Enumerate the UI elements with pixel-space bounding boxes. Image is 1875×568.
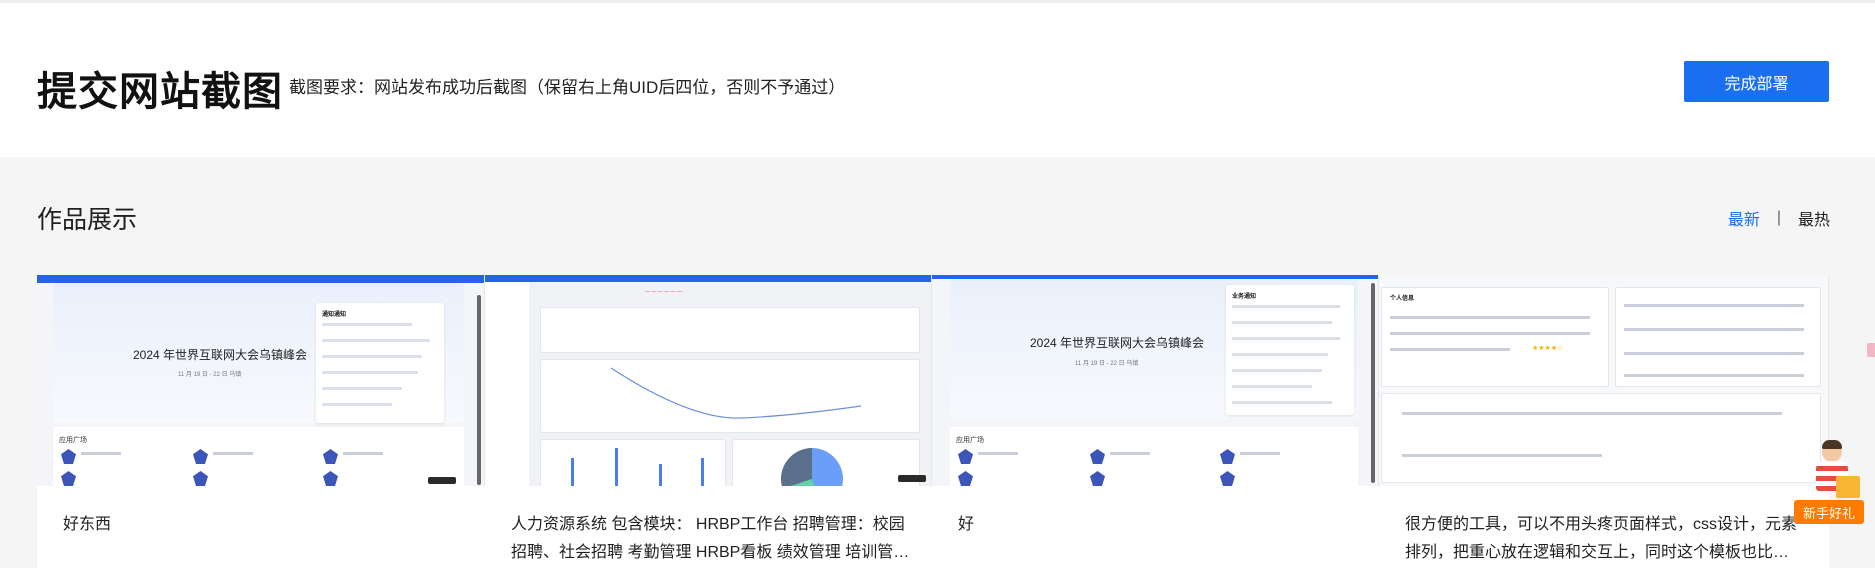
- showcase-title: 作品展示: [37, 206, 138, 234]
- thumb-stats-card: [540, 307, 920, 353]
- thumb-app-square-title: 应用广场: [59, 437, 87, 444]
- gift-icon: [1836, 476, 1860, 498]
- showcase-card[interactable]: 个人信息 ★★★★☆ 很方便的工具，可以不用头疼页面样式，css设计，元素排列，…: [1379, 275, 1829, 568]
- card-description: 好东西: [63, 516, 112, 533]
- side-float-tab[interactable]: [1867, 343, 1875, 357]
- thumb-pie-chart: [732, 439, 920, 486]
- card-description: 好: [958, 516, 975, 533]
- thumb-pill: [428, 477, 456, 484]
- card-thumbnail: 2024 年世界互联网大会乌镇峰会 11 月 19 日 - 22 日 乌镇 通知…: [37, 275, 485, 486]
- newbie-gift-label[interactable]: 新手好礼: [1794, 500, 1864, 524]
- thumb-comment-card: [1381, 393, 1821, 483]
- app-icon: [193, 449, 208, 464]
- thumb-profile-card: 个人信息 ★★★★☆: [1381, 287, 1609, 387]
- screenshot-requirement: 截图要求：网站发布成功后截图（保留右上角UID后四位，否则不予通过）: [289, 78, 846, 97]
- app-icon: [323, 449, 338, 464]
- app-icon: [193, 471, 208, 486]
- card-description: 很方便的工具，可以不用头疼页面样式，css设计，元素排列，把重心放在逻辑和交互上…: [1405, 516, 1798, 561]
- showcase-card[interactable]: — — — — — — 人力资源系统 包含模块： HRBP工作台 招聘管理：校园…: [485, 275, 932, 568]
- showcase-card[interactable]: 2024 年世界互联网大会乌镇峰会 11 月 19 日 - 22 日 乌镇 业务…: [932, 275, 1379, 568]
- thumb-hero-title: 2024 年世界互联网大会乌镇峰会: [1030, 336, 1205, 350]
- thumb-sidebar: [485, 282, 529, 486]
- showcase-card[interactable]: 2024 年世界互联网大会乌镇峰会 11 月 19 日 - 22 日 乌镇 通知…: [37, 275, 485, 568]
- newbie-gift-widget[interactable]: 新手好礼: [1794, 440, 1864, 528]
- thumb-hero-subtitle: 11 月 19 日 - 22 日 乌镇: [178, 372, 242, 378]
- app-icon: [1090, 449, 1105, 464]
- thumb-notice-title: 通知通知: [322, 312, 347, 318]
- thumb-pill: [898, 475, 926, 482]
- card-thumbnail: 个人信息 ★★★★☆: [1379, 275, 1829, 486]
- card-thumbnail: — — — — — —: [485, 275, 932, 486]
- submit-header: 提交网站截图 截图要求：网站发布成功后截图（保留右上角UID后四位，否则不予通过…: [0, 0, 1875, 157]
- thumb-scrollbar: [1371, 283, 1375, 483]
- app-icon: [61, 471, 76, 486]
- thumb-hero-subtitle: 11 月 19 日 - 22 日 乌镇: [1075, 361, 1139, 367]
- thumb-alert-text: — — — — — —: [645, 289, 682, 295]
- thumb-bar-chart: [540, 439, 726, 486]
- sort-switch: 最新 | 最热: [1728, 206, 1830, 230]
- thumb-app-square: 应用广场: [950, 427, 1358, 486]
- thumb-line-chart: [540, 359, 920, 433]
- thumb-profile-title: 个人信息: [1390, 296, 1415, 302]
- thumb-hero-banner: 2024 年世界互联网大会乌镇峰会 11 月 19 日 - 22 日 乌镇 通知…: [53, 283, 464, 423]
- card-thumbnail: 2024 年世界互联网大会乌镇峰会 11 月 19 日 - 22 日 乌镇 业务…: [932, 275, 1379, 486]
- sort-separator: |: [1776, 209, 1781, 226]
- thumb-app-square: 应用广场: [53, 427, 464, 486]
- card-description: 人力资源系统 包含模块： HRBP工作台 招聘管理：校园招聘、社会招聘 考勤管理…: [511, 516, 910, 561]
- thumb-header-bar: [485, 275, 931, 282]
- app-icon: [1220, 449, 1235, 464]
- sort-latest-link[interactable]: 最新: [1728, 206, 1760, 230]
- thumb-notice-panel: 业务通知: [1226, 285, 1354, 415]
- thumb-list-card: [1615, 287, 1821, 387]
- showcase-card-list: 2024 年世界互联网大会乌镇峰会 11 月 19 日 - 22 日 乌镇 通知…: [37, 275, 1829, 568]
- complete-deploy-button[interactable]: 完成部署: [1684, 61, 1829, 102]
- thumb-rating-stars: ★★★★☆: [1532, 345, 1564, 352]
- app-icon: [958, 449, 973, 464]
- thumb-hero-banner: 2024 年世界互联网大会乌镇峰会 11 月 19 日 - 22 日 乌镇 业务…: [950, 279, 1358, 419]
- thumb-scrollbar: [477, 295, 481, 485]
- app-icon: [958, 471, 973, 486]
- app-icon: [323, 471, 338, 486]
- thumb-hero-title: 2024 年世界互联网大会乌镇峰会: [133, 348, 308, 362]
- app-icon: [1090, 471, 1105, 486]
- thumb-app-square-title: 应用广场: [956, 437, 984, 444]
- thumb-notice-title: 业务通知: [1232, 294, 1257, 300]
- thumb-header-bar: [37, 275, 484, 283]
- page-title: 提交网站截图: [37, 70, 283, 114]
- app-icon: [1220, 471, 1235, 486]
- app-icon: [61, 449, 76, 464]
- sort-hottest-link[interactable]: 最热: [1798, 206, 1830, 230]
- thumb-notice-panel: 通知通知: [316, 303, 444, 423]
